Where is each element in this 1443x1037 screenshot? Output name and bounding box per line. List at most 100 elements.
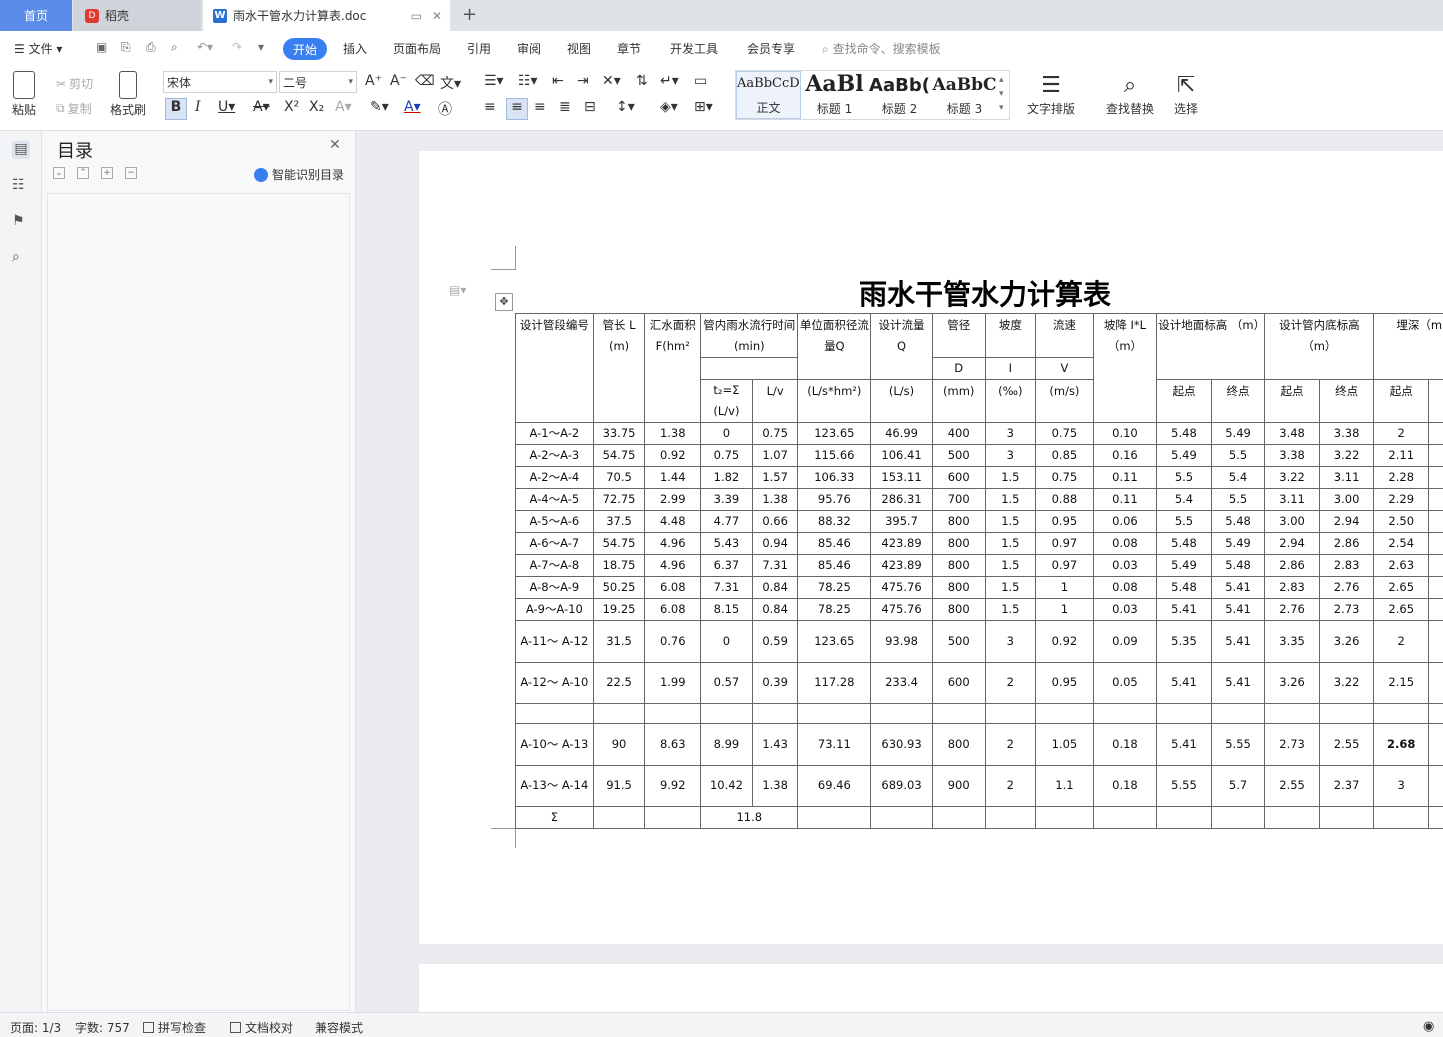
paste-button[interactable]: 粘贴 xyxy=(12,71,36,118)
eye-protection-icon[interactable]: ◉ xyxy=(1423,1019,1434,1034)
ruler-icon[interactable]: ▭ xyxy=(694,73,707,89)
spell-check-button[interactable]: 拼写检查 xyxy=(143,1019,206,1036)
copy-button[interactable]: ⧉ 复制 xyxy=(56,100,92,117)
expand-all-icon[interactable]: ⌄ xyxy=(53,167,65,179)
close-icon[interactable]: ✕ xyxy=(329,137,341,153)
pinyin-icon[interactable]: 文▾ xyxy=(440,73,461,93)
data-cell: 2.50 xyxy=(1373,510,1430,533)
data-cell: 400 xyxy=(931,422,986,445)
collapse-all-icon[interactable]: ⌃ xyxy=(77,167,89,179)
borders-icon[interactable]: ⊞▾ xyxy=(694,99,713,115)
select-button[interactable]: ⇱ 选择 xyxy=(1174,72,1198,117)
data-cell: 689.03 xyxy=(870,764,933,807)
data-cell: 50.25 xyxy=(592,576,646,599)
segment-cell: A-2～A-4 xyxy=(515,466,594,489)
tab-daoke[interactable]: D 稻壳 xyxy=(73,0,201,31)
proofread-button[interactable]: 文档校对 xyxy=(230,1019,293,1036)
preview-icon[interactable]: ⌕ xyxy=(171,40,178,55)
text-layout-button[interactable]: ☰ 文字排版 xyxy=(1027,72,1075,117)
sort-icon[interactable]: ⇅ xyxy=(636,73,648,89)
toc-nav-icon[interactable]: ▤ xyxy=(12,141,30,159)
font-size-select[interactable]: 二号 xyxy=(279,71,357,93)
cut-button[interactable]: ✂ 剪切 xyxy=(56,75,93,92)
data-cell: 5.48 xyxy=(1156,576,1212,599)
style-heading-1[interactable]: AaBl 标题 1 xyxy=(802,71,867,119)
style-normal[interactable]: AaBbCcDd 正文 xyxy=(736,71,801,119)
subscript-icon[interactable]: X₂ xyxy=(309,99,324,115)
strikethrough-icon[interactable]: A▾ xyxy=(253,99,270,115)
save-icon[interactable]: ▣ xyxy=(96,40,107,54)
data-cell: 475.76 xyxy=(870,576,933,599)
export-icon[interactable]: ⎘ xyxy=(121,40,131,55)
close-tab-icon[interactable]: ✕ xyxy=(432,9,442,23)
menu-member[interactable]: 会员专享 xyxy=(747,40,795,57)
document-canvas[interactable]: ▤▾ 雨水干管水力计算表 ✥ 设计管段编号 管长 L (m) 汇水面积 F(hm… xyxy=(356,131,1443,1012)
indent-icon[interactable]: ⇥ xyxy=(577,73,589,89)
tab-home[interactable]: 首页 xyxy=(0,0,72,31)
data-cell: 0.10 xyxy=(1092,422,1158,445)
document-page[interactable]: ▤▾ 雨水干管水力计算表 ✥ 设计管段编号 管长 L (m) 汇水面积 F(hm… xyxy=(419,151,1443,944)
style-heading-2[interactable]: AaBb( 标题 2 xyxy=(867,71,932,119)
paragraph-icon[interactable]: ▤▾ xyxy=(449,283,466,297)
undo-icon[interactable]: ↶▾ xyxy=(197,40,213,54)
table-move-icon[interactable]: ✥ xyxy=(495,293,513,311)
data-cell: 3.26 xyxy=(1318,620,1375,663)
print-icon[interactable]: ⎙ xyxy=(146,40,156,55)
menu-developer[interactable]: 开发工具 xyxy=(670,40,718,57)
redo-icon[interactable]: ↷ xyxy=(232,40,242,54)
font-family-select[interactable]: 宋体 xyxy=(163,71,277,93)
superscript-icon[interactable]: X² xyxy=(284,99,299,115)
line-spacing-icon[interactable]: ↕▾ xyxy=(616,99,635,115)
align-left-icon[interactable]: ≡ xyxy=(484,99,496,115)
distribute-icon[interactable]: ⊟ xyxy=(584,99,596,115)
align-right-icon[interactable]: ≡ xyxy=(534,99,546,115)
data-cell: 500 xyxy=(931,444,986,467)
menu-section[interactable]: 章节 xyxy=(617,40,641,57)
bookmark-icon[interactable]: ⚑ xyxy=(12,213,30,231)
menu-view[interactable]: 视图 xyxy=(567,40,591,57)
document-page-2[interactable] xyxy=(419,964,1443,1012)
find-replace-button[interactable]: ⌕ 查找替换 xyxy=(1106,72,1154,117)
command-search[interactable]: ⌕ 查找命令、搜索模板 xyxy=(822,40,941,57)
chinese-layout-icon[interactable]: ✕▾ xyxy=(602,73,621,89)
style-scroll-icon[interactable]: ▴ ▾ ▾ xyxy=(999,73,1004,115)
format-painter-button[interactable]: 格式刷 xyxy=(110,71,146,118)
numbering-icon[interactable]: ☷▾ xyxy=(518,73,538,89)
menu-references[interactable]: 引用 xyxy=(467,40,491,57)
menu-file[interactable]: ☰ 文件 ▾ xyxy=(14,40,62,57)
char-border-icon[interactable]: Ⓐ xyxy=(438,99,452,119)
page-indicator[interactable]: 页面: 1/3 xyxy=(10,1019,61,1036)
outdent-icon[interactable]: ⇤ xyxy=(552,73,564,89)
pin-icon[interactable]: ▭ xyxy=(411,9,422,23)
remove-level-icon[interactable]: − xyxy=(125,167,137,179)
smart-toc-button[interactable]: 智能识别目录 xyxy=(254,166,344,183)
style-heading-3[interactable]: AaBbC 标题 3 xyxy=(932,71,997,119)
menu-review[interactable]: 审阅 xyxy=(517,40,541,57)
grow-font-icon[interactable]: A⁺ xyxy=(365,73,382,89)
align-center-icon[interactable]: ≡ xyxy=(506,98,528,120)
word-count[interactable]: 字数: 757 xyxy=(75,1019,130,1036)
new-tab-button[interactable]: + xyxy=(462,4,477,25)
chapter-nav-icon[interactable]: ☷ xyxy=(12,177,30,195)
menu-layout[interactable]: 页面布局 xyxy=(393,40,441,57)
data-cell: 91.5 xyxy=(592,764,646,807)
underline-icon[interactable]: U▾ xyxy=(218,99,235,115)
data-cell: 19.25 xyxy=(592,598,646,621)
italic-icon[interactable]: I xyxy=(195,99,201,115)
shading-icon[interactable]: ◈▾ xyxy=(660,99,678,115)
menu-home-tab[interactable]: 开始 xyxy=(283,38,327,60)
justify-icon[interactable]: ≣ xyxy=(559,99,571,115)
search-nav-icon[interactable]: ⌕ xyxy=(12,249,30,267)
more-icon[interactable]: ▾ xyxy=(258,40,264,54)
menu-insert[interactable]: 插入 xyxy=(343,40,367,57)
clear-format-icon[interactable]: ⌫ xyxy=(415,73,435,89)
highlight-icon[interactable]: ✎▾ xyxy=(370,99,389,115)
show-marks-icon[interactable]: ↵▾ xyxy=(660,73,679,89)
add-level-icon[interactable]: + xyxy=(101,167,113,179)
bold-icon[interactable]: B xyxy=(165,98,187,120)
text-effect-icon[interactable]: A▾ xyxy=(335,99,352,115)
bullets-icon[interactable]: ☰▾ xyxy=(484,73,504,89)
shrink-font-icon[interactable]: A⁻ xyxy=(390,73,407,89)
tab-document[interactable]: W 雨水干管水力计算表.doc ▭ ✕ xyxy=(203,0,450,31)
font-color-icon[interactable]: A▾ xyxy=(404,99,421,115)
